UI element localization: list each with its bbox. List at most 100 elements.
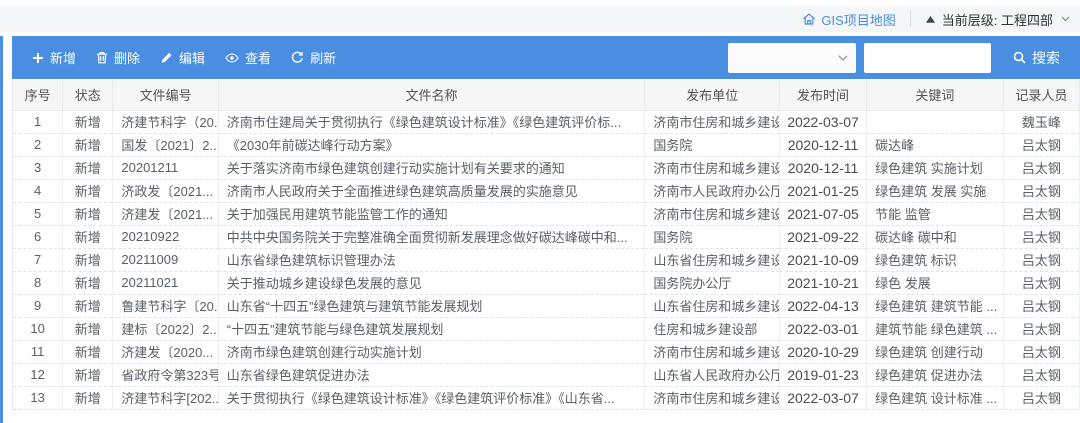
table-row[interactable]: 4 新增 济政发〔2021... 济南市人民政府关于全面推进绿色建筑高质量发展的… [13, 179, 1080, 202]
col-header-doc-no: 文件编号 [113, 80, 218, 110]
cell-doc-no: 鲁建节科字〔20... [113, 294, 218, 317]
current-level-label: 当前层级: 工程四部 [942, 10, 1053, 29]
cell-seq: 6 [13, 225, 63, 248]
toolbar-search-area: 搜索 [728, 43, 1070, 73]
cell-status: 新增 [63, 340, 113, 363]
table-row[interactable]: 9 新增 鲁建节科字〔20... 山东省“十四五”绿色建筑与建筑节能发展规划 山… [13, 294, 1080, 317]
pencil-icon [160, 51, 173, 64]
cell-seq: 12 [13, 363, 63, 386]
cell-keywords: 绿色建筑 实施计划 [867, 156, 1004, 179]
cell-title: 《2030年前碳达峰行动方案》 [218, 133, 645, 156]
cell-title: 济南市人民政府关于全面推进绿色建筑高质量发展的实施意见 [218, 179, 645, 202]
cell-date: 2022-03-07 [779, 386, 866, 409]
cell-date: 2021-10-09 [779, 248, 866, 271]
cell-publisher: 山东省人民政府办公厅 [645, 363, 780, 386]
table-row[interactable]: 7 新增 20211009 山东省绿色建筑标识管理办法 山东省住房和城乡建设厅 … [13, 248, 1080, 271]
cell-doc-no: 济建节科字[202... [113, 386, 218, 409]
cell-date: 2020-10-29 [779, 340, 866, 363]
topbar: GIS项目地图 当前层级: 工程四部 [0, 6, 1080, 32]
cell-keywords: 绿色建筑 创建行动 [867, 340, 1004, 363]
cell-recorder: 吕太钢 [1003, 271, 1079, 294]
cell-recorder: 吕太钢 [1003, 202, 1079, 225]
cell-seq: 10 [13, 317, 63, 340]
cell-recorder: 吕太钢 [1003, 225, 1079, 248]
cell-date: 2022-04-13 [779, 294, 866, 317]
cell-recorder: 吕太钢 [1003, 294, 1079, 317]
cell-doc-no: 济建节科字（20... [113, 110, 218, 133]
cell-keywords [867, 110, 1004, 133]
search-button[interactable]: 搜索 [1007, 47, 1066, 69]
cell-keywords: 绿色建筑 建筑节能 ... [867, 294, 1004, 317]
cell-title: 山东省绿色建筑促进办法 [218, 363, 645, 386]
chevron-down-icon [1061, 16, 1070, 22]
table-row[interactable]: 1 新增 济建节科字（20... 济南市住建局关于贯彻执行《绿色建筑设计标准》《… [13, 110, 1080, 133]
refresh-icon [291, 51, 304, 64]
add-button[interactable]: 新增 [32, 48, 76, 67]
table-body: 1 新增 济建节科字（20... 济南市住建局关于贯彻执行《绿色建筑设计标准》《… [13, 110, 1080, 409]
cell-keywords: 绿色建筑 标识 [867, 248, 1004, 271]
delete-button[interactable]: 删除 [96, 48, 140, 67]
plus-icon [32, 52, 44, 64]
cell-recorder: 吕太钢 [1003, 248, 1079, 271]
col-header-keywords: 关键词 [867, 80, 1004, 110]
cell-title: 济南市绿色建筑创建行动实施计划 [218, 340, 645, 363]
table-row[interactable]: 5 新增 济建发〔2021... 关于加强民用建筑节能监管工作的通知 济南市住房… [13, 202, 1080, 225]
cell-recorder: 吕太钢 [1003, 317, 1079, 340]
cell-title: 关于加强民用建筑节能监管工作的通知 [218, 202, 645, 225]
table-row[interactable]: 10 新增 建标〔2022〕2... “十四五”建筑节能与绿色建筑发展规划 住房… [13, 317, 1080, 340]
table-header-row: 序号 状态 文件编号 文件名称 发布单位 发布时间 关键词 记录人员 [13, 80, 1080, 110]
table-row[interactable]: 6 新增 20210922 中共中央国务院关于完整准确全面贯彻新发展理念做好碳达… [13, 225, 1080, 248]
table-row[interactable]: 12 新增 省政府令第323号 山东省绿色建筑促进办法 山东省人民政府办公厅 2… [13, 363, 1080, 386]
edit-button[interactable]: 编辑 [160, 48, 205, 67]
cell-status: 新增 [63, 386, 113, 409]
cell-status: 新增 [63, 271, 113, 294]
cell-date: 2020-12-11 [779, 156, 866, 179]
gis-map-link-label: GIS项目地图 [821, 10, 895, 29]
cell-recorder: 吕太钢 [1003, 179, 1079, 202]
cell-doc-no: 济建发〔2021... [113, 202, 218, 225]
cell-title: “十四五”建筑节能与绿色建筑发展规划 [218, 317, 645, 340]
table-row[interactable]: 2 新增 国发〔2021〕2... 《2030年前碳达峰行动方案》 国务院 20… [13, 133, 1080, 156]
cell-recorder: 吕太钢 [1003, 363, 1079, 386]
gis-map-link[interactable]: GIS项目地图 [802, 10, 895, 29]
cell-publisher: 济南市住房和城乡建设局 [645, 386, 780, 409]
main-panel: 新增 删除 编辑 查看 [12, 36, 1080, 410]
search-input[interactable] [864, 43, 991, 73]
table-row[interactable]: 11 新增 济建发〔2020... 济南市绿色建筑创建行动实施计划 济南市住房和… [13, 340, 1080, 363]
cell-date: 2020-12-11 [779, 133, 866, 156]
view-button[interactable]: 查看 [225, 48, 271, 67]
cell-status: 新增 [63, 179, 113, 202]
cell-publisher: 山东省住房和城乡建设厅 [645, 294, 780, 317]
cell-title: 关于落实济南市绿色建筑创建行动实施计划有关要求的通知 [218, 156, 645, 179]
cell-publisher: 济南市住房和城乡建设局 [645, 202, 780, 225]
cell-status: 新增 [63, 317, 113, 340]
cell-keywords: 绿色建筑 促进办法 [867, 363, 1004, 386]
col-header-date: 发布时间 [779, 80, 866, 110]
delete-button-label: 删除 [114, 48, 140, 67]
cell-date: 2021-01-25 [779, 179, 866, 202]
filter-select[interactable] [728, 43, 856, 73]
table-row[interactable]: 8 新增 20211021 关于推动城乡建设绿色发展的意见 国务院办公厅 202… [13, 271, 1080, 294]
cell-doc-no: 国发〔2021〕2... [113, 133, 218, 156]
home-icon [802, 12, 816, 26]
cell-status: 新增 [63, 363, 113, 386]
search-button-label: 搜索 [1032, 48, 1060, 68]
cell-seq: 7 [13, 248, 63, 271]
trash-icon [96, 51, 108, 64]
table-row[interactable]: 13 新增 济建节科字[202... 关于贯彻执行《绿色建筑设计标准》《绿色建筑… [13, 386, 1080, 409]
cell-status: 新增 [63, 294, 113, 317]
toolbar: 新增 删除 编辑 查看 [12, 36, 1080, 79]
current-level-dropdown[interactable]: 当前层级: 工程四部 [925, 10, 1070, 29]
cell-date: 2021-07-05 [779, 202, 866, 225]
cell-publisher: 国务院 [645, 133, 780, 156]
refresh-button[interactable]: 刷新 [291, 48, 336, 67]
eye-icon [225, 52, 239, 64]
cell-date: 2021-10-21 [779, 271, 866, 294]
col-header-status: 状态 [63, 80, 113, 110]
table-row[interactable]: 3 新增 20201211 关于落实济南市绿色建筑创建行动实施计划有关要求的通知… [13, 156, 1080, 179]
cell-doc-no: 20201211 [113, 156, 218, 179]
cell-title: 山东省绿色建筑标识管理办法 [218, 248, 645, 271]
cell-doc-no: 济政发〔2021... [113, 179, 218, 202]
cell-publisher: 济南市住房和城乡建设局 [645, 156, 780, 179]
cell-date: 2022-03-01 [779, 317, 866, 340]
